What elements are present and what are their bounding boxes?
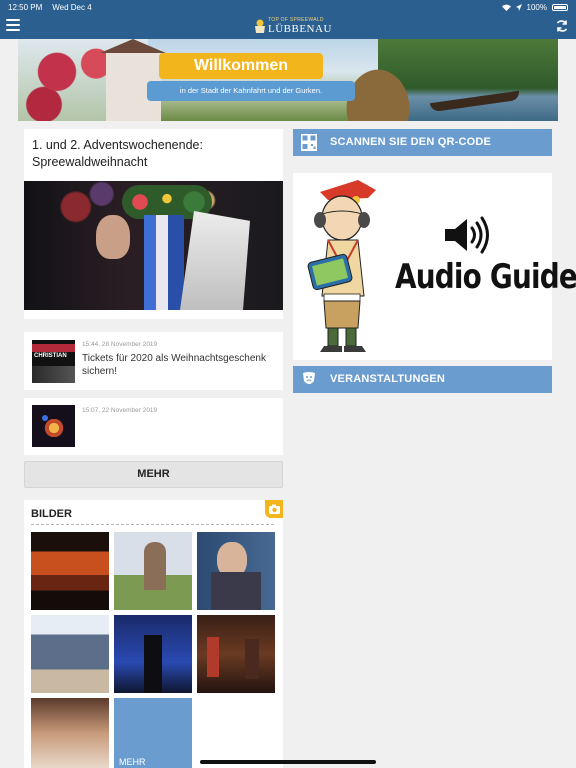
more-photos-label: MEHR: [119, 757, 146, 767]
battery-percent: 100%: [526, 2, 547, 12]
status-date: Wed Dec 4: [52, 2, 92, 12]
gallery-photo[interactable]: [114, 532, 192, 610]
thumbnail-text: CHRISTIAN: [34, 353, 67, 359]
welcome-subtitle: in der Stadt der Kahnfahrt und der Gurke…: [147, 81, 355, 101]
news-list-item[interactable]: 15:07, 22 November 2019: [24, 398, 283, 455]
status-time: 12:50 PM: [8, 2, 43, 12]
home-indicator[interactable]: [200, 760, 376, 764]
news-thumbnail: [32, 405, 75, 447]
audio-guide-label: Audio Guide: [395, 257, 576, 297]
scan-qr-button[interactable]: SCANNEN SIE DEN QR-CODE: [293, 129, 552, 156]
featured-news-image: [24, 181, 283, 310]
status-bar: 12:50 PM Wed Dec 4 100%: [0, 0, 576, 14]
more-photos-tile[interactable]: MEHR: [114, 698, 192, 768]
mascot-illustration: [307, 180, 376, 352]
news-thumbnail: CHRISTIAN: [32, 340, 75, 383]
wifi-icon: [501, 4, 511, 11]
battery-icon: [552, 3, 568, 11]
app-logo: TOP OF SPREEWALD LÜBBENAU: [254, 16, 331, 37]
gallery-photo[interactable]: [31, 532, 109, 610]
welcome-title: Willkommen: [159, 53, 323, 79]
events-label: VERANSTALTUNGEN: [330, 373, 446, 385]
refresh-icon[interactable]: [555, 19, 569, 33]
news-title: Tickets für 2020 als Weihnachtsgeschenk …: [82, 353, 266, 377]
theater-mask-icon: [303, 372, 315, 384]
gallery-photo[interactable]: [31, 615, 109, 693]
app-header: TOP OF SPREEWALD LÜBBENAU: [0, 14, 576, 39]
featured-news-card[interactable]: 1. und 2. Adventswochenende: Spreewaldwe…: [24, 129, 283, 319]
audio-guide-card[interactable]: Audio Guide: [293, 173, 576, 360]
logo-name: LÜBBENAU: [268, 23, 332, 35]
crown-icon: [255, 19, 265, 33]
news-date: 15:44, 28 November 2019: [82, 341, 158, 348]
gallery-photo[interactable]: [197, 615, 275, 693]
location-icon: [515, 3, 522, 11]
news-list-item[interactable]: CHRISTIAN 15:44, 28 November 2019 Ticket…: [24, 332, 283, 390]
more-news-button[interactable]: MEHR: [24, 461, 283, 488]
gallery-photo[interactable]: [197, 532, 275, 610]
gallery-divider: [31, 524, 274, 525]
status-right: 100%: [501, 2, 568, 12]
events-button[interactable]: VERANSTALTUNGEN: [293, 366, 552, 393]
menu-icon[interactable]: [6, 19, 20, 31]
camera-icon[interactable]: [265, 500, 283, 518]
news-date: 15:07, 22 November 2019: [82, 407, 158, 414]
scan-qr-label: SCANNEN SIE DEN QR-CODE: [330, 136, 492, 148]
qr-code-icon: [301, 134, 317, 151]
gallery-photo[interactable]: [114, 615, 192, 693]
gallery-card: BILDER MEHR: [24, 500, 283, 768]
gallery-photo[interactable]: [31, 698, 109, 768]
welcome-banner: Willkommen in der Stadt der Kahnfahrt un…: [18, 39, 558, 121]
featured-news-title: 1. und 2. Adventswochenende: Spreewaldwe…: [32, 138, 203, 169]
gallery-title: BILDER: [31, 508, 72, 520]
speaker-icon: [445, 216, 489, 254]
